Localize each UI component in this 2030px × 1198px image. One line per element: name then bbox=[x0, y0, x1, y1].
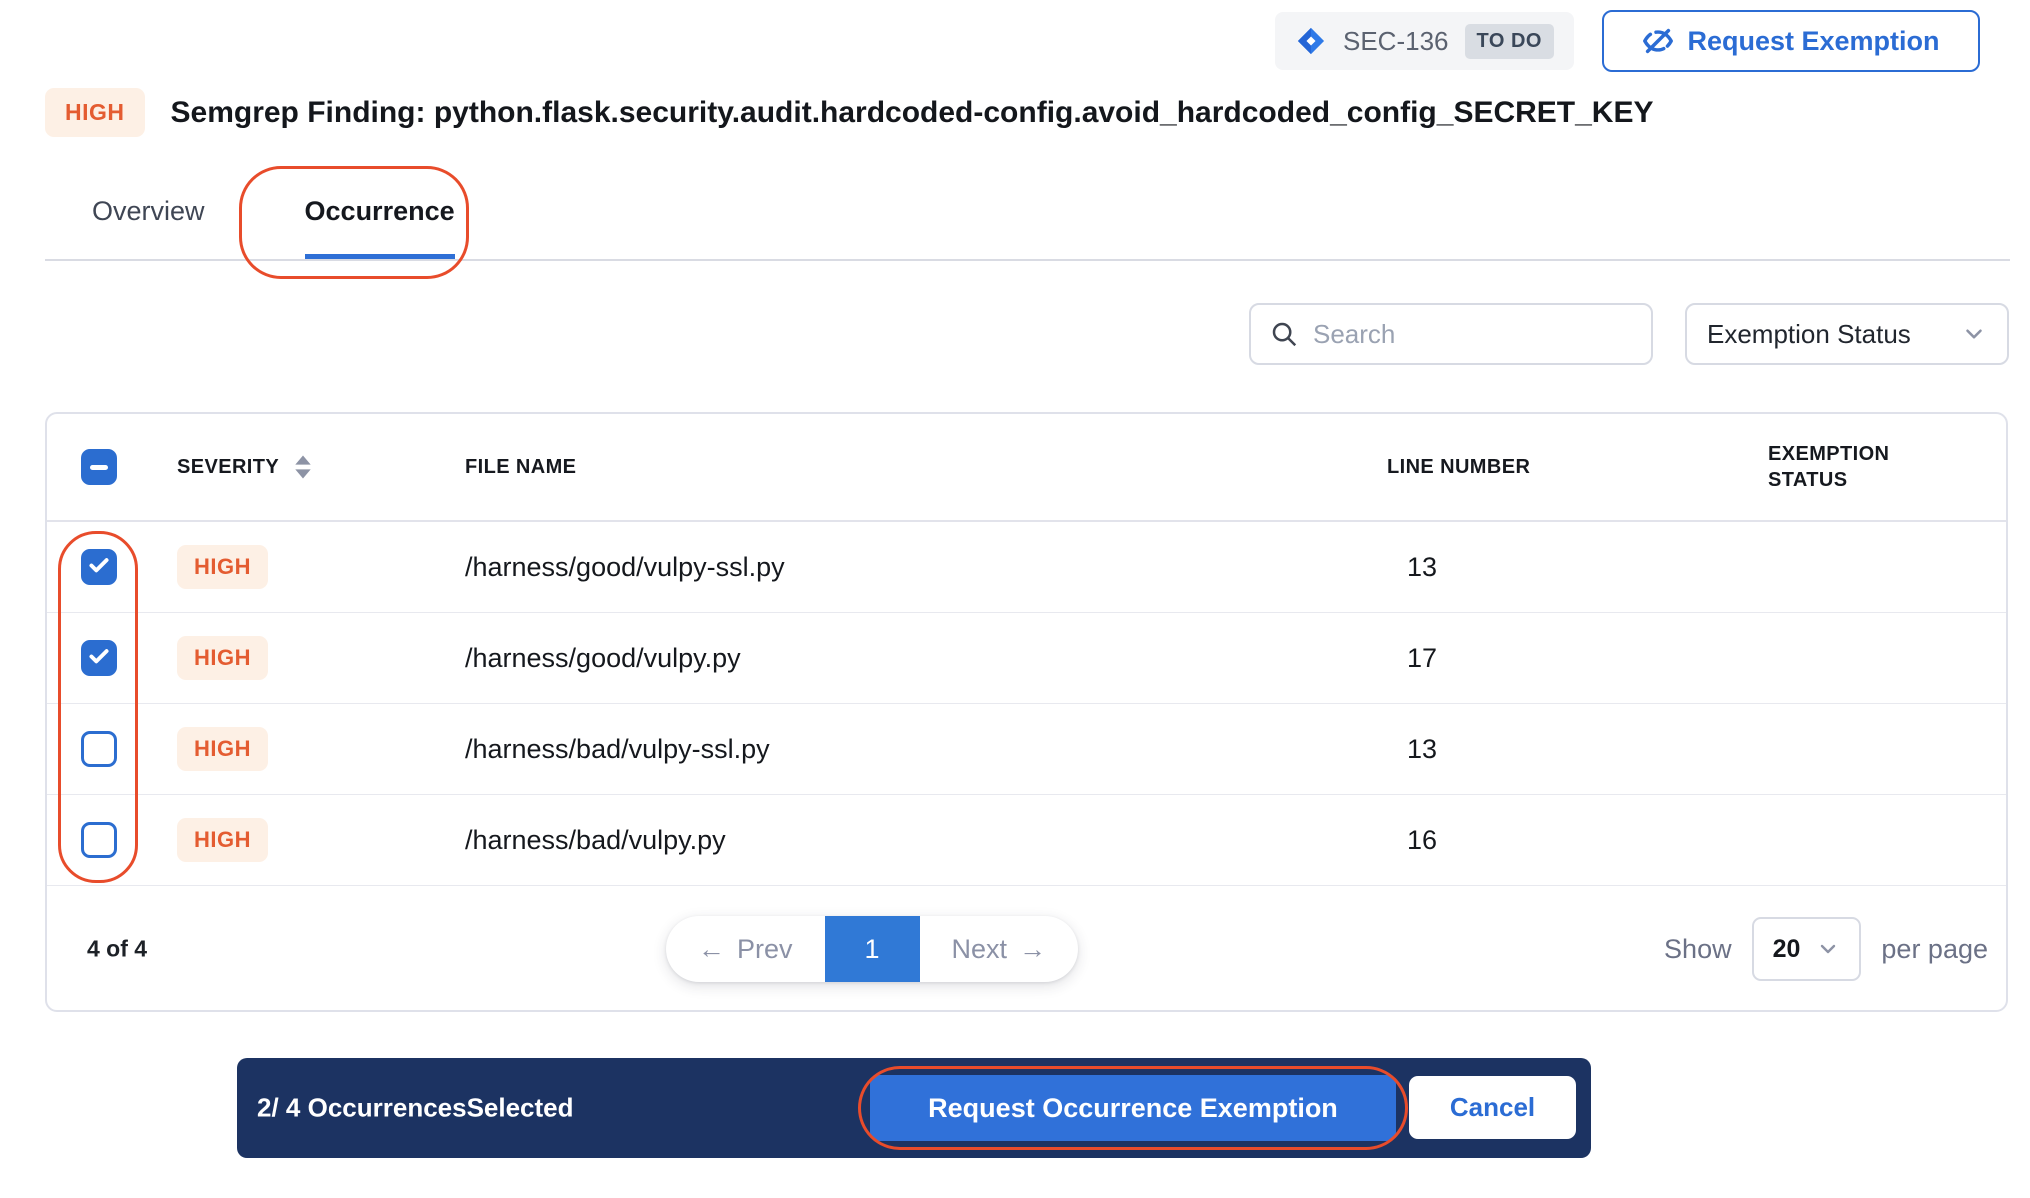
next-page-button[interactable]: Next → bbox=[920, 916, 1079, 982]
severity-badge: HIGH bbox=[177, 636, 268, 680]
eye-off-icon bbox=[1642, 25, 1674, 57]
request-occurrence-exemption-button[interactable]: Request Occurrence Exemption bbox=[870, 1075, 1396, 1141]
request-exemption-label: Request Exemption bbox=[1687, 26, 1939, 57]
page-title: Semgrep Finding: python.flask.security.a… bbox=[171, 96, 1654, 130]
column-header-file-name: FILE NAME bbox=[465, 456, 576, 478]
search-box bbox=[1249, 303, 1653, 365]
table-row: HIGH /harness/good/vulpy-ssl.py 13 bbox=[47, 522, 2006, 613]
jira-issue-key: SEC-136 bbox=[1343, 26, 1449, 57]
cancel-button[interactable]: Cancel bbox=[1409, 1076, 1576, 1139]
sort-icon[interactable] bbox=[292, 453, 314, 481]
pager: ← Prev 1 Next → bbox=[666, 916, 1078, 982]
row-checkbox[interactable] bbox=[81, 640, 117, 676]
table-row: HIGH /harness/good/vulpy.py 17 bbox=[47, 613, 2006, 704]
tab-overview[interactable]: Overview bbox=[92, 196, 205, 259]
table-row: HIGH /harness/bad/vulpy-ssl.py 13 bbox=[47, 704, 2006, 795]
table-row: HIGH /harness/bad/vulpy.py 16 bbox=[47, 795, 2006, 886]
pagination-bar: 4 of 4 ← Prev 1 Next → Show 20 per page bbox=[47, 886, 2006, 1012]
page-size-value: 20 bbox=[1773, 935, 1801, 964]
occurrences-table: SEVERITY FILE NAME LINE NUMBER EXEMPTION… bbox=[45, 412, 2008, 1012]
jira-icon bbox=[1295, 25, 1327, 57]
check-icon bbox=[86, 552, 112, 583]
arrow-left-icon: ← bbox=[698, 934, 725, 965]
file-name-cell: /harness/good/vulpy.py bbox=[465, 643, 741, 673]
title-row: HIGH Semgrep Finding: python.flask.secur… bbox=[45, 88, 1654, 137]
row-count-label: 4 of 4 bbox=[87, 936, 147, 963]
file-name-cell: /harness/bad/vulpy.py bbox=[465, 825, 726, 855]
per-page-label: per page bbox=[1881, 934, 1988, 965]
tab-bar: Overview Occurrence bbox=[92, 196, 455, 259]
table-header-row: SEVERITY FILE NAME LINE NUMBER EXEMPTION… bbox=[47, 414, 2006, 522]
show-label: Show bbox=[1664, 934, 1732, 965]
selection-action-bar: 2/ 4 OccurrencesSelected Request Occurre… bbox=[237, 1058, 1591, 1158]
column-header-exemption-status: EXEMPTION STATUS bbox=[1768, 443, 1889, 491]
jira-issue-chip[interactable]: SEC-136 TO DO bbox=[1275, 12, 1574, 70]
select-all-checkbox[interactable] bbox=[81, 449, 117, 485]
row-checkbox[interactable] bbox=[81, 822, 117, 858]
line-number-cell: 13 bbox=[1407, 734, 1437, 764]
search-input[interactable] bbox=[1313, 319, 1633, 350]
request-exemption-button[interactable]: Request Exemption bbox=[1602, 10, 1980, 72]
occurrences-selected-label: 2/ 4 OccurrencesSelected bbox=[257, 1093, 574, 1124]
line-number-cell: 13 bbox=[1407, 552, 1437, 582]
exemption-status-dropdown-label: Exemption Status bbox=[1707, 319, 1911, 350]
check-icon bbox=[86, 643, 112, 674]
jira-status-badge: TO DO bbox=[1465, 24, 1554, 59]
file-name-cell: /harness/bad/vulpy-ssl.py bbox=[465, 734, 770, 764]
column-header-line-number: LINE NUMBER bbox=[1387, 456, 1530, 478]
chevron-down-icon bbox=[1961, 321, 1987, 347]
finding-severity-badge: HIGH bbox=[45, 88, 145, 137]
row-checkbox[interactable] bbox=[81, 731, 117, 767]
page-size-control: Show 20 per page bbox=[1664, 917, 1988, 981]
prev-page-button[interactable]: ← Prev bbox=[666, 916, 825, 982]
line-number-cell: 17 bbox=[1407, 643, 1437, 673]
tabs-divider bbox=[45, 259, 2010, 261]
exemption-status-dropdown[interactable]: Exemption Status bbox=[1685, 303, 2009, 365]
severity-badge: HIGH bbox=[177, 545, 268, 589]
current-page-button[interactable]: 1 bbox=[825, 916, 920, 982]
file-name-cell: /harness/good/vulpy-ssl.py bbox=[465, 552, 785, 582]
search-icon bbox=[1269, 319, 1299, 349]
chevron-down-icon bbox=[1816, 937, 1840, 961]
severity-badge: HIGH bbox=[177, 727, 268, 771]
page-size-dropdown[interactable]: 20 bbox=[1752, 917, 1862, 981]
severity-badge: HIGH bbox=[177, 818, 268, 862]
tab-occurrence[interactable]: Occurrence bbox=[305, 196, 455, 259]
row-checkbox[interactable] bbox=[81, 549, 117, 585]
line-number-cell: 16 bbox=[1407, 825, 1437, 855]
indeterminate-minus-icon bbox=[90, 465, 108, 470]
arrow-right-icon: → bbox=[1019, 934, 1046, 965]
column-header-severity: SEVERITY bbox=[177, 456, 279, 479]
